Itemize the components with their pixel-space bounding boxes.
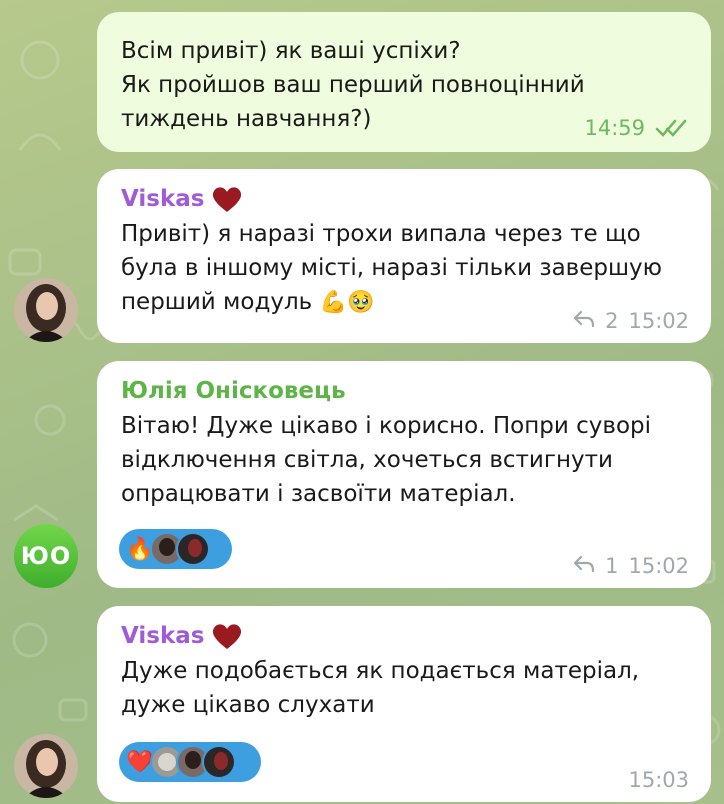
message-meta: 2 15:02 (573, 309, 689, 333)
photo-avatar (14, 734, 78, 798)
reply-icon[interactable] (573, 554, 595, 578)
heart-icon (213, 624, 242, 649)
reaction-pill[interactable]: 🔥 (119, 529, 232, 569)
inline-emoji: 💪🥹 (319, 290, 375, 315)
reactor-avatar (176, 532, 210, 566)
incoming-message[interactable]: Viskas Привіт) я наразі трохи випала чер… (97, 169, 711, 343)
message-time: 15:02 (628, 554, 689, 578)
incoming-message[interactable]: Юлія Онісковець Вітаю! Дуже цікаво і кор… (97, 361, 711, 588)
sender-name[interactable]: Юлія Онісковець (121, 375, 687, 407)
message-time: 15:02 (628, 309, 689, 333)
chat-history: Всім привіт) як ваші успіхи? Як пройшов … (0, 0, 724, 804)
reaction-pill[interactable]: ❤️ (119, 742, 261, 782)
message-text: Вітаю! Дуже цікаво і корисно. Попри суво… (121, 413, 652, 507)
sender-avatar[interactable]: ЮО (14, 524, 78, 588)
message-text: Привіт) я наразі трохи випала через те щ… (121, 221, 662, 315)
message-time: 14:59 (584, 116, 645, 140)
message-meta: 15:03 (628, 768, 689, 792)
message-meta: 1 15:02 (573, 554, 689, 578)
sender-avatar[interactable] (14, 278, 78, 342)
double-check-icon (655, 119, 687, 137)
outgoing-message[interactable]: Всім привіт) як ваші успіхи? Як пройшов … (97, 12, 711, 152)
reply-count[interactable]: 2 (605, 309, 618, 333)
sender-avatar[interactable] (14, 734, 78, 798)
avatar-initials: ЮО (20, 542, 72, 570)
reply-count[interactable]: 1 (605, 554, 618, 578)
message-time: 15:03 (628, 768, 689, 792)
sender-name[interactable]: Viskas (121, 183, 687, 215)
photo-avatar (14, 278, 78, 342)
incoming-message[interactable]: Viskas Дуже подобається як подається мат… (97, 606, 711, 802)
reply-icon[interactable] (573, 309, 595, 333)
heart-icon (213, 187, 242, 212)
message-meta: 14:59 (584, 116, 689, 140)
message-text: Дуже подобається як подається матеріал, … (121, 658, 640, 718)
sender-name[interactable]: Viskas (121, 620, 687, 652)
reactor-avatar (202, 745, 236, 779)
